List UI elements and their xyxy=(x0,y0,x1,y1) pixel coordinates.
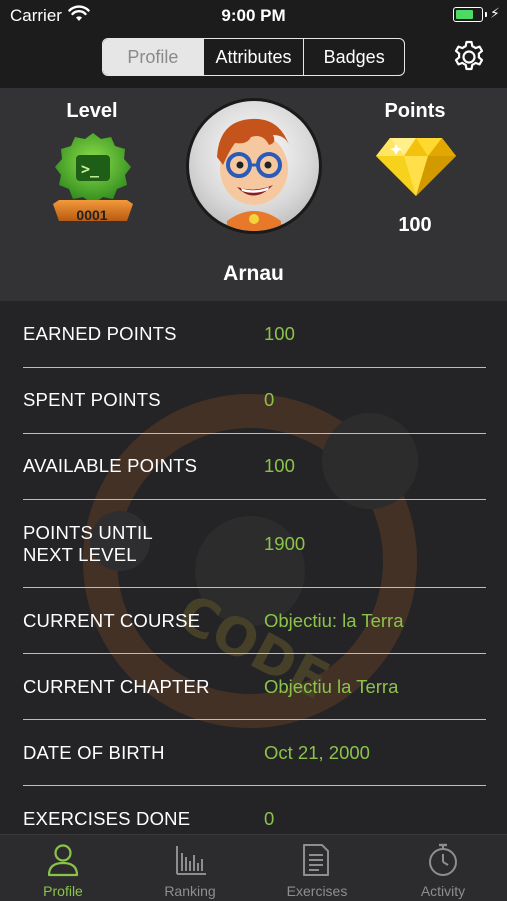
segment-attributes[interactable]: Attributes xyxy=(202,39,304,75)
segment-profile[interactable]: Profile xyxy=(103,39,203,75)
stat-value: 0 xyxy=(264,389,275,410)
battery-icon xyxy=(453,7,487,22)
tab-activity[interactable]: Activity xyxy=(380,835,506,901)
points-title: Points xyxy=(384,100,446,122)
points-value: 100 xyxy=(398,214,432,236)
avatar[interactable] xyxy=(186,98,322,234)
stat-row-points-until-next-level: POINTS UNTIL NEXT LEVEL 1900 xyxy=(0,500,507,588)
tab-label: Ranking xyxy=(164,883,216,899)
profile-header: Level >_ 0001 Points 100 Arnau xyxy=(0,88,507,301)
stat-value: 100 xyxy=(264,323,295,344)
svg-text:>_: >_ xyxy=(81,160,100,178)
avatar-illustration xyxy=(217,118,289,231)
stat-value: 100 xyxy=(264,455,295,476)
tab-bar: Profile Ranking Exercises Activity xyxy=(0,834,507,901)
stat-value: 1900 xyxy=(264,533,306,554)
level-number: 0001 xyxy=(76,207,108,223)
stat-label: DATE OF BIRTH xyxy=(23,742,165,763)
stat-row-earned-points: EARNED POINTS 100 xyxy=(0,301,507,368)
stat-label: AVAILABLE POINTS xyxy=(23,455,198,476)
stat-label: SPENT POINTS xyxy=(23,389,161,410)
stat-row-available-points: AVAILABLE POINTS 100 xyxy=(0,434,507,500)
stat-row-exercises-done: EXERCISES DONE 0 xyxy=(0,786,507,834)
stat-label: POINTS UNTIL NEXT LEVEL xyxy=(23,522,153,565)
stat-row-date-of-birth: DATE OF BIRTH Oct 21, 2000 xyxy=(0,720,507,786)
segment-badges[interactable]: Badges xyxy=(303,39,404,75)
stat-value: Objectiu la Terra xyxy=(264,676,399,697)
username: Arnau xyxy=(223,262,284,285)
status-bar: Carrier 9:00 PM ⚡ xyxy=(0,0,507,30)
bar-chart-icon xyxy=(176,846,206,875)
profile-segmented-control: Profile Attributes Badges xyxy=(102,38,405,76)
stat-label: EARNED POINTS xyxy=(23,323,177,344)
stat-label: CURRENT COURSE xyxy=(23,610,201,631)
tab-profile[interactable]: Profile xyxy=(0,835,126,901)
tab-exercises[interactable]: Exercises xyxy=(254,835,380,901)
stat-value: Objectiu: la Terra xyxy=(264,610,404,631)
charging-icon: ⚡ xyxy=(490,5,500,21)
stat-row-current-course: CURRENT COURSE Objectiu: la Terra xyxy=(0,588,507,654)
stat-value: Oct 21, 2000 xyxy=(264,742,370,763)
stat-label: EXERCISES DONE xyxy=(23,808,191,829)
stat-value: 0 xyxy=(264,808,275,829)
nav-bar: Profile Attributes Badges xyxy=(0,30,507,88)
gear-icon[interactable] xyxy=(451,39,487,75)
stat-label: CURRENT CHAPTER xyxy=(23,676,210,697)
level-title: Level xyxy=(66,100,118,122)
stats-list[interactable]: CODE EARNED POINTS 100 SPENT POINTS 0 AV… xyxy=(0,301,507,834)
diamond-icon xyxy=(376,138,456,196)
tab-ranking[interactable]: Ranking xyxy=(127,835,253,901)
status-time: 9:00 PM xyxy=(221,6,286,25)
stat-row-spent-points: SPENT POINTS 0 xyxy=(0,368,507,434)
tab-label: Profile xyxy=(43,883,83,899)
person-icon xyxy=(47,844,79,877)
document-icon xyxy=(303,844,329,876)
stopwatch-icon xyxy=(429,843,457,876)
tab-label: Activity xyxy=(420,883,466,899)
tab-label: Exercises xyxy=(286,883,348,899)
stat-row-current-chapter: CURRENT CHAPTER Objectiu la Terra xyxy=(0,654,507,720)
